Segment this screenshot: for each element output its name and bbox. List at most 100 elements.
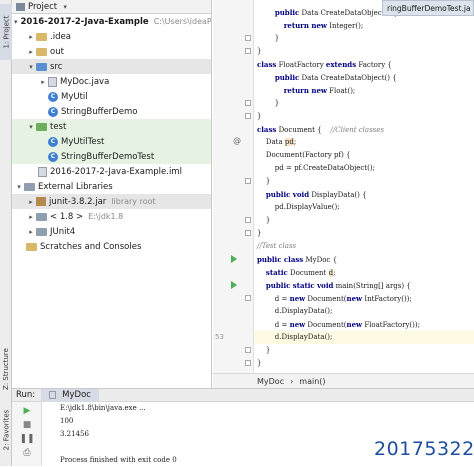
code-line[interactable]: } xyxy=(254,357,474,370)
override-icon[interactable]: @ xyxy=(233,136,241,145)
code-line[interactable]: public Data CreateDataObject() { xyxy=(254,71,474,84)
chevron-down-icon[interactable]: ▾ xyxy=(26,63,36,71)
run-tab-mydoc[interactable]: MyDoc xyxy=(41,388,99,402)
code-editor[interactable]: 53 @ public Data CreateDataObject() { ret… xyxy=(213,0,474,373)
code-line[interactable]: d.DisplayData(); xyxy=(254,305,474,318)
tree-item-src[interactable]: ▾ src xyxy=(12,59,211,74)
project-tool-tab[interactable]: 1: Project xyxy=(0,4,12,60)
code-line[interactable]: } xyxy=(254,227,474,240)
chevron-down-icon[interactable]: ▾ xyxy=(60,3,70,11)
tree-item-label: .idea xyxy=(50,31,71,42)
code-token: Document( xyxy=(305,295,347,303)
tree-item-mydoc-java[interactable]: ▸ MyDoc.java xyxy=(12,74,211,89)
code-token: //Client classes xyxy=(330,126,385,134)
tree-item-jdk[interactable]: ▸ < 1.8 > E:\jdk1.8 xyxy=(12,209,211,224)
code-line[interactable]: } xyxy=(254,32,474,45)
code-token: Document { xyxy=(276,126,331,134)
fold-marker-icon[interactable] xyxy=(245,217,251,223)
code-line[interactable]: } xyxy=(254,344,474,357)
code-line[interactable]: Data pd; xyxy=(254,136,474,149)
print-icon[interactable]: ⎙ xyxy=(21,448,33,458)
code-line[interactable]: return new Float(); xyxy=(254,84,474,97)
chevron-right-icon[interactable]: ▸ xyxy=(26,48,36,56)
chevron-right-icon[interactable]: ▸ xyxy=(26,213,36,221)
run-panel-header: Run: MyDoc xyxy=(12,388,474,402)
code-line[interactable]: class Document { //Client classes xyxy=(254,123,474,136)
fold-marker-icon[interactable] xyxy=(245,347,251,353)
project-panel-header[interactable]: Project ▾ xyxy=(12,0,211,14)
tree-item-project-root[interactable]: ▾ 2016-2017-2-Java-Example C:\Users\idea… xyxy=(12,14,211,29)
code-token: Data CreateDataObject() { xyxy=(299,74,397,82)
tree-item-iml-file[interactable]: 2016-2017-2-Java-Example.iml xyxy=(12,164,211,179)
fold-marker-icon[interactable] xyxy=(245,178,251,184)
chevron-down-icon[interactable]: ▾ xyxy=(26,123,36,131)
fold-marker-icon[interactable] xyxy=(245,360,251,366)
java-file-icon xyxy=(48,76,57,87)
tree-item-out[interactable]: ▸ out xyxy=(12,44,211,59)
code-token: Integer(); xyxy=(326,22,364,30)
code-line[interactable]: public static void main(String[] args) { xyxy=(254,279,474,292)
breadcrumb-class[interactable]: MyDoc xyxy=(257,377,284,386)
chevron-down-icon[interactable]: ▾ xyxy=(14,183,24,191)
console-line: 100 xyxy=(60,417,74,425)
fold-marker-icon[interactable] xyxy=(245,48,251,54)
code-line[interactable]: } xyxy=(254,214,474,227)
code-line[interactable]: pd = pf.CreateDataObject(); xyxy=(254,162,474,175)
code-line[interactable]: static Document d; xyxy=(254,266,474,279)
rerun-button[interactable]: ▶ xyxy=(21,406,33,416)
code-line[interactable]: d = new Document(new IntFactory()); xyxy=(254,292,474,305)
chevron-right-icon[interactable]: ▸ xyxy=(38,78,48,86)
pause-button[interactable]: ❚❚ xyxy=(19,434,34,444)
code-line[interactable]: } xyxy=(254,110,474,123)
tree-item-idea[interactable]: ▸ .idea xyxy=(12,29,211,44)
code-line[interactable]: //Test class xyxy=(254,240,474,253)
code-token: Document( xyxy=(305,321,347,329)
fold-marker-icon[interactable] xyxy=(245,113,251,119)
code-token: Data xyxy=(257,138,285,146)
favorites-tool-tab[interactable]: 2: Favorites xyxy=(0,400,12,460)
code-line[interactable]: Document(Factory pf) { xyxy=(254,149,474,162)
tree-item-scratches[interactable]: Scratches and Consoles xyxy=(12,239,211,254)
tree-item-label: MyUtil xyxy=(61,91,88,102)
code-line[interactable]: d.DisplayData(); xyxy=(254,331,474,344)
code-line[interactable]: } xyxy=(254,97,474,110)
chevron-down-icon[interactable]: ▾ xyxy=(14,18,18,26)
watermark-text: 20175322 xyxy=(374,438,474,460)
code-line[interactable]: pd.DisplayValue(); xyxy=(254,201,474,214)
structure-tool-tab[interactable]: Z: Structure xyxy=(0,340,12,398)
code-line[interactable]: } xyxy=(254,45,474,58)
tree-item-label: MyDoc.java xyxy=(60,76,110,87)
tree-item-label: StringBufferDemoTest xyxy=(61,151,155,162)
code-line[interactable]: class FloatFactory extends Factory { xyxy=(254,58,474,71)
fold-marker-icon[interactable] xyxy=(245,295,251,301)
tree-item-myutiltest[interactable]: C MyUtilTest xyxy=(12,134,211,149)
breadcrumb-method[interactable]: main() xyxy=(299,377,325,386)
editor-tab-stringbufferdemotest[interactable]: ringBufferDemoTest.ja xyxy=(382,0,474,16)
code-line[interactable]: } xyxy=(254,175,474,188)
code-token: MyDoc { xyxy=(303,256,338,264)
chevron-right-icon[interactable]: ▸ xyxy=(26,198,36,206)
tree-item-myutil[interactable]: C MyUtil xyxy=(12,89,211,104)
chevron-right-icon[interactable]: ▸ xyxy=(26,228,36,236)
chevron-right-icon[interactable]: ▸ xyxy=(26,33,36,41)
fold-marker-icon[interactable] xyxy=(245,100,251,106)
tree-item-external-libraries[interactable]: ▾ External Libraries xyxy=(12,179,211,194)
stop-button[interactable]: ■ xyxy=(21,420,33,430)
run-gutter-icon[interactable] xyxy=(231,281,237,289)
tree-item-junit-jar[interactable]: ▸ junit-3.8.2.jar library root xyxy=(12,194,211,209)
fold-marker-icon[interactable] xyxy=(245,35,251,41)
code-line[interactable]: public void DisplayData() { xyxy=(254,188,474,201)
code-area[interactable]: public Data CreateDataObject() { return … xyxy=(254,0,474,373)
library-icon xyxy=(36,227,47,236)
tree-item-stringbufferdemotest[interactable]: C StringBufferDemoTest xyxy=(12,149,211,164)
code-line[interactable]: public class MyDoc { xyxy=(254,253,474,266)
code-line[interactable]: d = new Document(new FloatFactory()); xyxy=(254,318,474,331)
code-line[interactable]: return new Integer(); xyxy=(254,19,474,32)
code-token: } xyxy=(257,47,262,55)
tree-item-test[interactable]: ▾ test xyxy=(12,119,211,134)
fold-marker-icon[interactable] xyxy=(245,230,251,236)
run-gutter-icon[interactable] xyxy=(231,255,237,263)
tree-item-stringbufferdemo[interactable]: C StringBufferDemo xyxy=(12,104,211,119)
tree-item-junit4[interactable]: ▸ JUnit4 xyxy=(12,224,211,239)
